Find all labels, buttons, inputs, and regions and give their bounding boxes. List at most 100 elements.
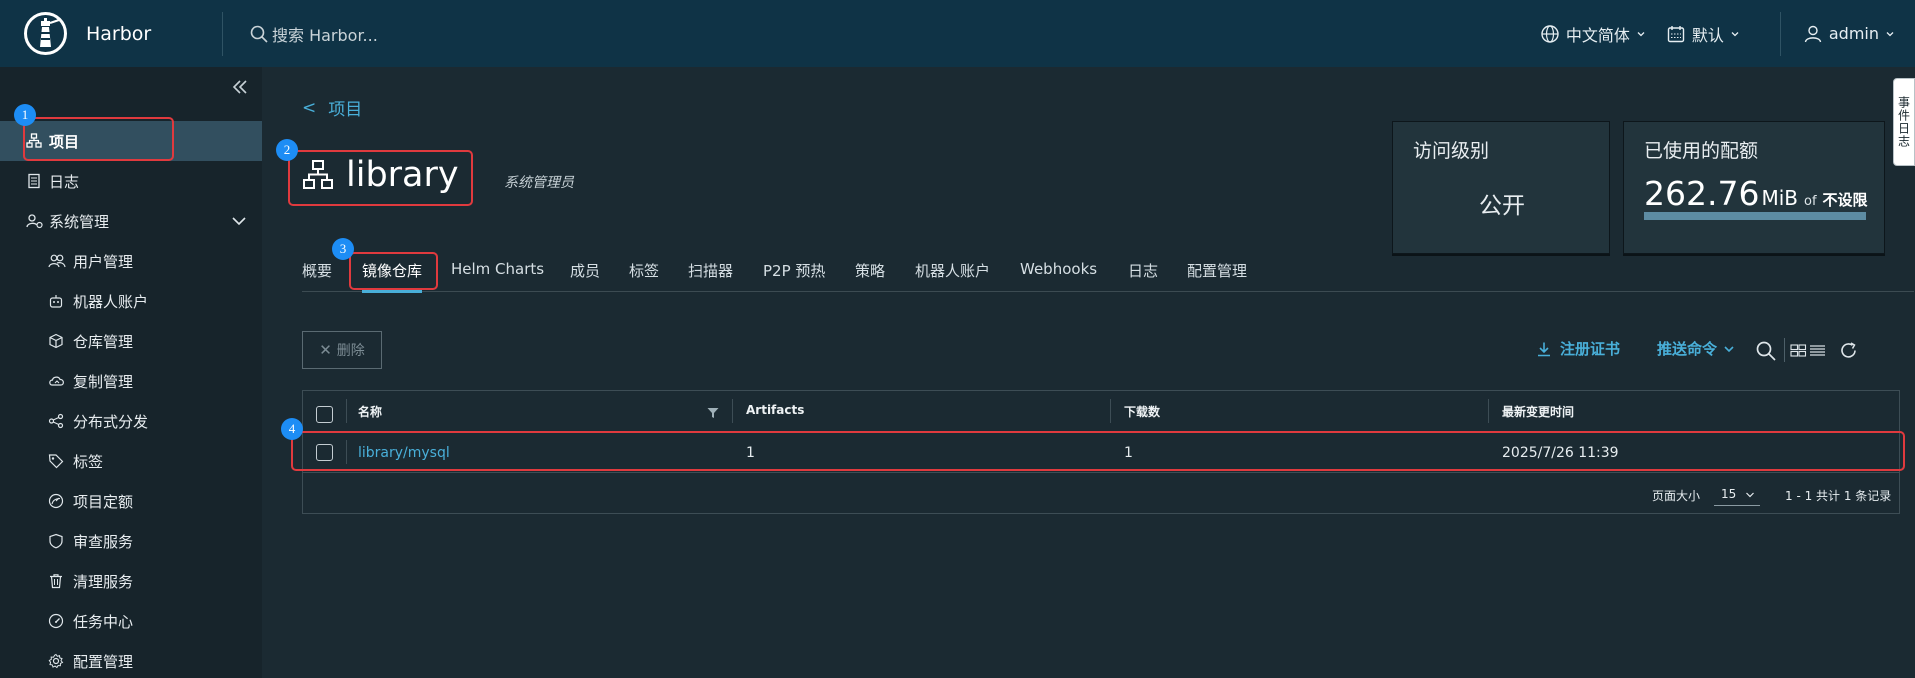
table-header: 名称 Artifacts 下载数 最新变更时间 bbox=[303, 391, 1899, 431]
global-search[interactable]: 搜索 Harbor... bbox=[249, 22, 869, 46]
sidebar-item-labels[interactable]: 标签 bbox=[0, 441, 262, 481]
event-log-tab[interactable]: 事件日志 bbox=[1893, 78, 1915, 166]
close-icon: ✕ bbox=[319, 341, 332, 359]
page-size-label: 页面大小 bbox=[1652, 489, 1701, 503]
sidebar-item-interrogation-services[interactable]: 审查服务 bbox=[0, 521, 262, 561]
tab-labels[interactable]: 标签 bbox=[629, 260, 659, 281]
globe-icon bbox=[1541, 24, 1559, 43]
column-separator bbox=[1488, 399, 1489, 423]
username: admin bbox=[1828, 24, 1879, 43]
users-icon bbox=[48, 254, 66, 268]
page-size-value: 15 bbox=[1721, 487, 1737, 501]
breadcrumb[interactable]: < 项目 bbox=[302, 95, 362, 121]
calendar-icon bbox=[1667, 25, 1685, 42]
chevron-down-icon[interactable] bbox=[231, 213, 247, 229]
tab-summary[interactable]: 概要 bbox=[302, 260, 332, 281]
sidebar-item-users[interactable]: 用户管理 bbox=[0, 241, 262, 281]
sidebar-item-label: 清理服务 bbox=[73, 572, 134, 591]
column-separator bbox=[732, 399, 733, 423]
quota-number: 262.76 bbox=[1644, 174, 1760, 213]
sidebar-item-distribution[interactable]: 分布式分发 bbox=[0, 401, 262, 441]
collapse-sidebar-icon[interactable] bbox=[230, 77, 250, 97]
chevron-down-icon bbox=[1731, 31, 1739, 36]
push-command-label: 推送命令 bbox=[1657, 340, 1718, 358]
sidebar-item-registries[interactable]: 仓库管理 bbox=[0, 321, 262, 361]
column-separator bbox=[1110, 399, 1111, 423]
register-cert-button[interactable]: 注册证书 bbox=[1536, 338, 1620, 359]
column-header-artifacts[interactable]: Artifacts bbox=[746, 403, 804, 417]
breadcrumb-projects-link[interactable]: 项目 bbox=[328, 95, 362, 120]
download-icon bbox=[1538, 342, 1550, 356]
search-icon bbox=[250, 25, 268, 43]
sidebar-item-label: 标签 bbox=[73, 452, 104, 471]
select-all-checkbox[interactable] bbox=[316, 406, 333, 423]
user-menu[interactable]: admin bbox=[1803, 24, 1895, 44]
column-separator bbox=[346, 399, 347, 423]
card-title: 访问级别 bbox=[1413, 140, 1490, 162]
robot-icon bbox=[49, 295, 63, 308]
sidebar-item-label: 审查服务 bbox=[73, 532, 134, 551]
search-placeholder[interactable]: 搜索 Harbor... bbox=[272, 22, 378, 46]
annotation-marker-2: 2 bbox=[276, 139, 298, 161]
table-footer: 页面大小 15 1 - 1 共计 1 条记录 bbox=[303, 474, 1899, 514]
tab-helm-charts[interactable]: Helm Charts bbox=[451, 260, 544, 278]
replication-icon bbox=[49, 376, 64, 386]
push-command-dropdown[interactable]: 推送命令 bbox=[1657, 338, 1735, 359]
annotation-marker-4: 4 bbox=[281, 418, 303, 440]
delete-button[interactable]: ✕ 删除 bbox=[302, 331, 382, 369]
share-icon bbox=[48, 413, 64, 429]
quota-of: of bbox=[1804, 194, 1817, 209]
sidebar-item-label: 机器人账户 bbox=[73, 292, 149, 311]
tab-scanner[interactable]: 扫描器 bbox=[688, 260, 733, 281]
delete-label: 删除 bbox=[336, 343, 365, 359]
sidebar-item-label: 配置管理 bbox=[73, 652, 134, 671]
column-header-name[interactable]: 名称 bbox=[358, 403, 382, 420]
chevron-down-icon bbox=[1886, 31, 1894, 36]
registry-icon bbox=[49, 333, 63, 349]
top-header: Harbor 搜索 Harbor... 中文简体 默认 admin bbox=[0, 0, 1915, 67]
search-icon[interactable] bbox=[1755, 340, 1777, 362]
list-view-icon[interactable] bbox=[1809, 342, 1826, 359]
sidebar-item-label: 复制管理 bbox=[73, 372, 134, 391]
sidebar-item-label: 分布式分发 bbox=[73, 412, 149, 431]
sidebar-item-label: 仓库管理 bbox=[73, 332, 134, 351]
chevron-down-icon bbox=[1746, 492, 1754, 498]
column-header-last-modified[interactable]: 最新变更时间 bbox=[1502, 403, 1574, 420]
sidebar-item-robot-accounts[interactable]: 机器人账户 bbox=[0, 281, 262, 321]
tab-p2p-preheat[interactable]: P2P 预热 bbox=[763, 260, 825, 281]
date-format-selector[interactable]: 默认 bbox=[1666, 22, 1740, 46]
sidebar-item-label: 用户管理 bbox=[73, 252, 134, 271]
sidebar-item-configuration[interactable]: 配置管理 bbox=[0, 641, 262, 678]
brand[interactable]: Harbor bbox=[0, 11, 222, 56]
tab-configuration[interactable]: 配置管理 bbox=[1187, 260, 1247, 281]
sidebar-item-replication[interactable]: 复制管理 bbox=[0, 361, 262, 401]
gear-icon bbox=[48, 653, 64, 669]
quota-icon bbox=[48, 493, 64, 509]
card-title: 已使用的配额 bbox=[1644, 140, 1759, 162]
column-header-pulls[interactable]: 下载数 bbox=[1124, 403, 1160, 420]
admin-icon bbox=[26, 214, 43, 229]
tab-members[interactable]: 成员 bbox=[570, 260, 600, 281]
sidebar-item-logs[interactable]: 日志 bbox=[0, 161, 262, 201]
annotation-marker-3: 3 bbox=[332, 238, 354, 260]
chevron-down-icon bbox=[1637, 31, 1645, 36]
language-selector[interactable]: 中文简体 bbox=[1540, 22, 1646, 46]
page-size-select[interactable]: 15 bbox=[1714, 484, 1760, 506]
tab-logs[interactable]: 日志 bbox=[1128, 260, 1158, 281]
header-divider bbox=[222, 11, 223, 56]
sidebar-item-administration[interactable]: 系统管理 bbox=[0, 201, 262, 241]
sidebar-item-label: 任务中心 bbox=[73, 612, 134, 631]
sidebar-item-label: 日志 bbox=[49, 172, 80, 191]
back-arrow[interactable]: < bbox=[302, 98, 316, 118]
grid-view-icon[interactable] bbox=[1790, 342, 1807, 359]
chevron-down-icon bbox=[1724, 345, 1734, 352]
sidebar-item-job-service[interactable]: 任务中心 bbox=[0, 601, 262, 641]
annotation-box-4 bbox=[291, 431, 1905, 471]
tab-robot-accounts[interactable]: 机器人账户 bbox=[915, 260, 990, 281]
tab-policy[interactable]: 策略 bbox=[855, 260, 885, 281]
sidebar-item-clean-up[interactable]: 清理服务 bbox=[0, 561, 262, 601]
tab-webhooks[interactable]: Webhooks bbox=[1020, 260, 1097, 278]
filter-icon[interactable] bbox=[707, 407, 719, 419]
sidebar-item-project-quotas[interactable]: 项目定额 bbox=[0, 481, 262, 521]
refresh-icon[interactable] bbox=[1838, 340, 1859, 361]
